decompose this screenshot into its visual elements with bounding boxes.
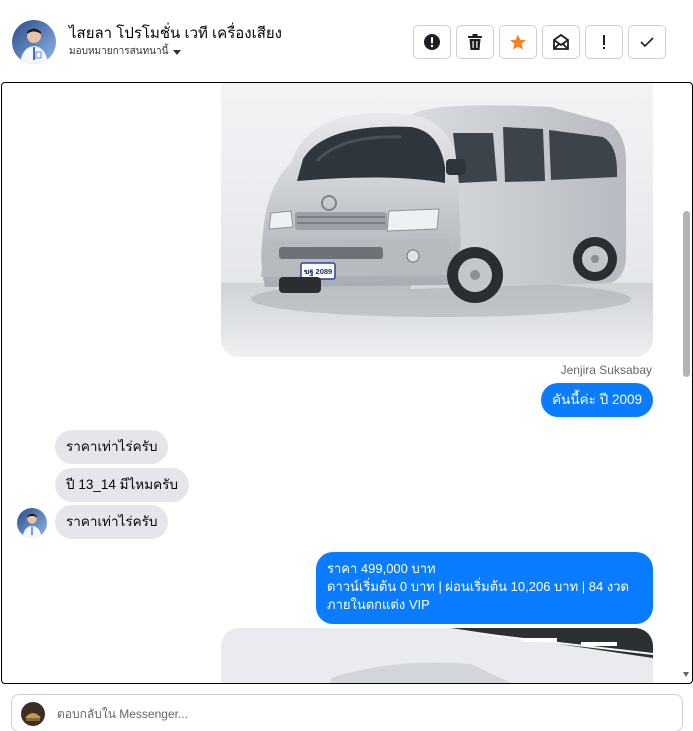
delete-button[interactable] xyxy=(456,25,494,59)
caret-down-icon xyxy=(173,49,182,55)
message-bubble-incoming[interactable]: ปี 13_14 มีไหมครับ xyxy=(55,468,189,502)
message-scrollbar[interactable] xyxy=(680,83,692,683)
message-image-van[interactable]: ฆฐ 2089 xyxy=(221,83,653,357)
reply-input[interactable] xyxy=(57,704,657,724)
conversation-header: ไสยลา โปรโมชั่น เวที เครื่องเสียง มอบหมา… xyxy=(0,0,693,82)
message-bubble-incoming[interactable]: ราคาเท่าไร่ครับ xyxy=(55,505,169,539)
message-thread[interactable]: ฆฐ 2089 Jenjira Suksabay คันนี้ค่ะ ปี 20… xyxy=(1,82,693,684)
message-bubble-incoming[interactable]: ราคาเท่าไร่ครับ xyxy=(55,430,169,464)
page-avatar xyxy=(21,702,45,726)
trash-icon xyxy=(468,34,482,50)
follow-up-button[interactable] xyxy=(585,25,623,59)
message-image-van-2[interactable] xyxy=(221,628,653,683)
assign-label: มอบหมายการสนทนานี้ xyxy=(69,46,169,57)
price-line: ราคา 499,000 บาท xyxy=(327,561,436,576)
check-icon xyxy=(640,37,654,48)
spam-button[interactable] xyxy=(413,25,451,59)
mark-unread-button[interactable] xyxy=(542,25,580,59)
conversation-toolbar xyxy=(413,25,666,59)
done-button[interactable] xyxy=(628,25,666,59)
installment-line: ดาวน์เริ่มต้น 0 บาท | ผ่อนเริ่มต้น 10,20… xyxy=(327,579,629,594)
contact-avatar[interactable] xyxy=(12,20,56,64)
sender-name: Jenjira Suksabay xyxy=(560,363,652,377)
contact-name[interactable]: ไสยลา โปรโมชั่น เวที เครื่องเสียง xyxy=(69,21,282,45)
license-plate-text: ฆฐ 2089 xyxy=(304,267,332,277)
scrollbar-thumb[interactable] xyxy=(683,211,690,377)
exclamation-icon xyxy=(603,35,605,49)
envelope-icon xyxy=(553,33,569,50)
scroll-down-arrow-icon[interactable] xyxy=(683,672,689,677)
message-bubble-outgoing-price[interactable]: ราคา 499,000 บาท ดาวน์เริ่มต้น 0 บาท | ผ… xyxy=(316,552,653,624)
interior-line: ภายในตกแต่ง VIP xyxy=(327,597,430,612)
star-icon xyxy=(510,34,526,50)
star-button[interactable] xyxy=(499,25,537,59)
assign-conversation-dropdown[interactable]: มอบหมายการสนทนานี้ xyxy=(69,44,182,59)
message-bubble-outgoing[interactable]: คันนี้ค่ะ ปี 2009 xyxy=(541,383,653,417)
alert-circle-icon xyxy=(424,34,440,50)
contact-avatar-small xyxy=(17,508,47,538)
reply-composer xyxy=(11,694,683,731)
